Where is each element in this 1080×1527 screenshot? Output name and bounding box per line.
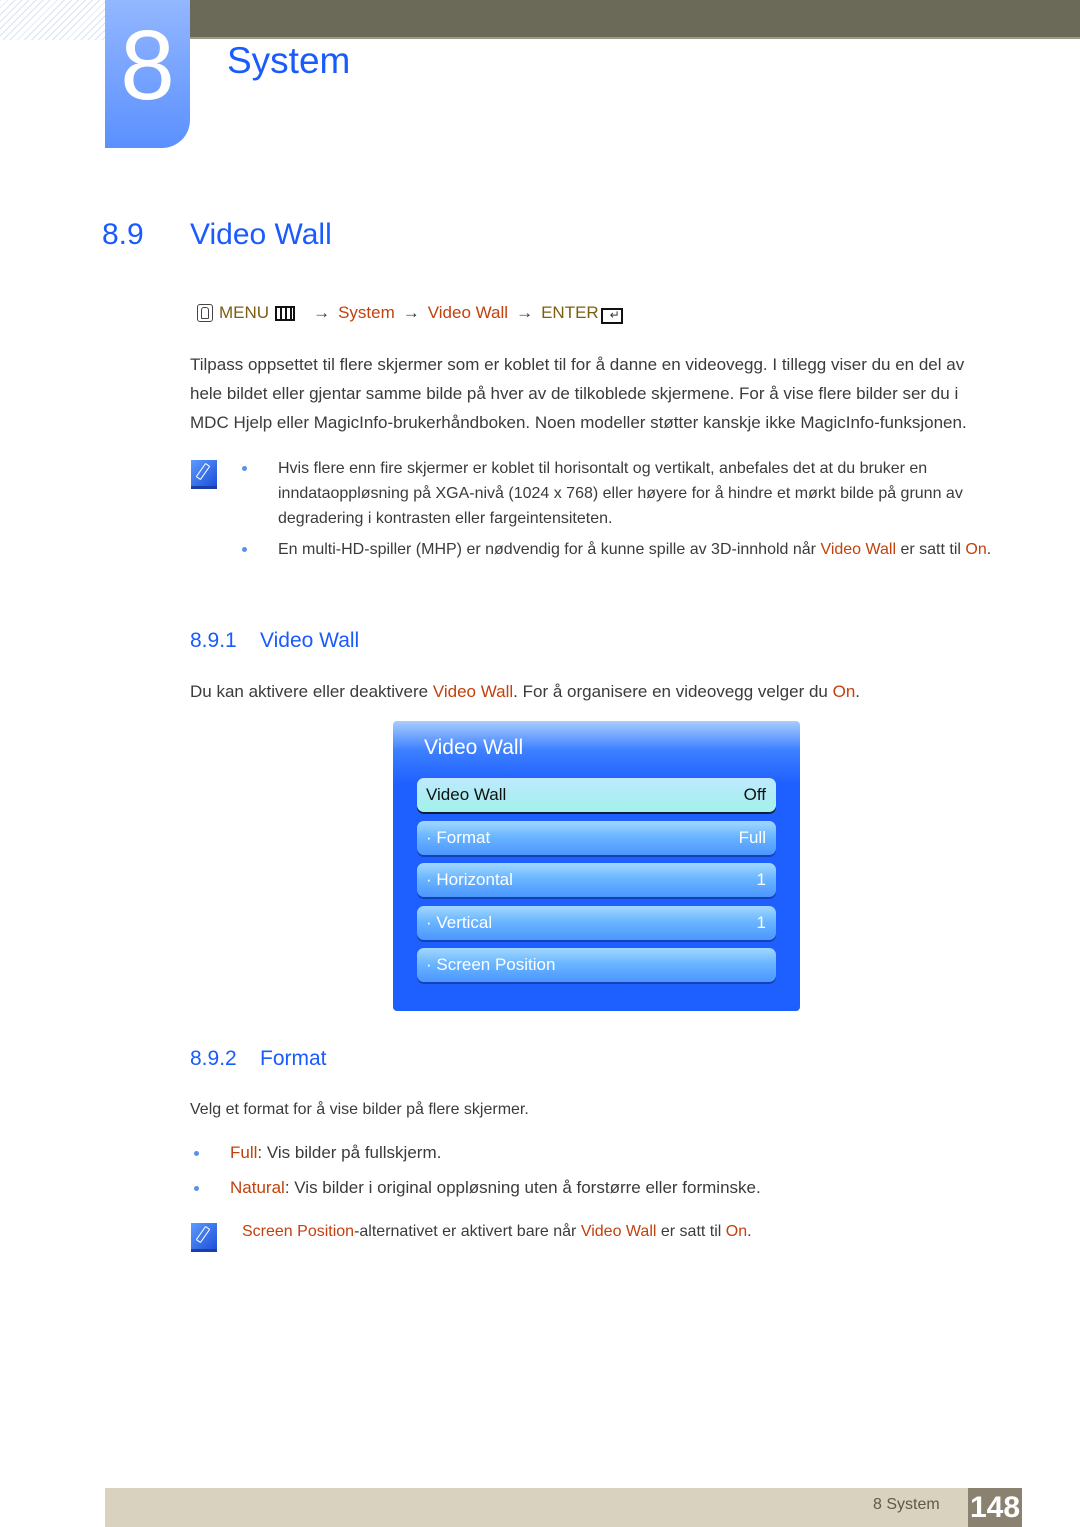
note-text: er satt til (656, 1223, 726, 1240)
menu-label: MENU (219, 303, 270, 322)
menu-path: MENU → System → Video Wall → ENTER ↵ (197, 303, 623, 324)
format-option-full: Full: Vis bilder på fullskjerm. (192, 1141, 952, 1165)
note-bullet: En multi-HD-spiller (MHP) er nødvendig f… (240, 537, 1000, 562)
osd-item-format[interactable]: · Format Full (417, 821, 776, 855)
remote-hand-icon (197, 304, 213, 322)
highlight-on: On (832, 682, 856, 701)
highlight-on: On (965, 541, 987, 558)
section-title-text: Video Wall (190, 218, 332, 251)
osd-item-screen-position[interactable]: · Screen Position (417, 948, 776, 982)
osd-item-label: · Horizontal (426, 870, 513, 889)
section-number: 8.9 (102, 218, 144, 251)
arrow-icon: → (516, 303, 534, 322)
menu-path-video-wall: Video Wall (427, 303, 509, 322)
osd-title: Video Wall (424, 736, 524, 759)
subsection-number: 8.9.1 (190, 629, 237, 652)
osd-item-video-wall[interactable]: Video Wall Off (417, 778, 776, 812)
note-text: En multi-HD-spiller (MHP) er nødvendig f… (278, 541, 821, 558)
highlight-video-wall: Video Wall (820, 541, 897, 558)
body-text: Du kan aktivere eller deaktivere (190, 682, 433, 701)
screen-position-note: Screen Position-alternativet er aktivert… (242, 1217, 1052, 1246)
highlight-on: On (725, 1223, 748, 1240)
format-option-natural: Natural: Vis bilder i original oppløsnin… (192, 1176, 952, 1200)
note-text: . (986, 541, 992, 558)
osd-item-vertical[interactable]: · Vertical 1 (417, 906, 776, 940)
subsection-title-text: Format (260, 1047, 327, 1070)
page-number: 148 (968, 1488, 1022, 1527)
osd-item-label: Video Wall (426, 785, 507, 804)
osd-item-label: · Format (426, 828, 491, 847)
osd-item-value: Full (738, 828, 766, 847)
highlight-video-wall: Video Wall (580, 1223, 657, 1240)
highlight-video-wall: Video Wall (432, 682, 514, 701)
body-text: . For å organisere en videovegg velger d… (513, 682, 833, 701)
header-hatch-decoration (0, 0, 105, 40)
option-desc: : Vis bilder på fullskjerm. (257, 1143, 442, 1162)
video-wall-description: Du kan aktivere eller deaktivere Video W… (190, 677, 1000, 706)
note-text: Hvis flere enn fire skjermer er koblet t… (278, 460, 963, 527)
highlight-screen-position: Screen Position (242, 1223, 355, 1240)
option-desc: : Vis bilder i original oppløsning uten … (284, 1178, 761, 1197)
menu-grid-icon (275, 305, 296, 321)
section-title: 8.9 Video Wall (102, 218, 332, 252)
header-bar (190, 0, 1080, 39)
chapter-number-tab: 8 (105, 0, 190, 148)
subsection-number: 8.9.2 (190, 1047, 237, 1070)
intro-paragraph: Tilpass oppsettet til flere skjermer som… (190, 355, 967, 432)
note-text: . (747, 1223, 752, 1240)
note-bullet: Hvis flere enn fire skjermer er koblet t… (240, 456, 1000, 531)
osd-item-label: · Vertical (426, 913, 493, 932)
enter-label: ENTER (541, 303, 599, 322)
arrow-icon: → (313, 303, 331, 322)
body-text: . (855, 682, 861, 701)
format-intro: Velg et format for å vise bilder på fler… (190, 1101, 529, 1118)
osd-item-value: Off (743, 785, 766, 804)
osd-item-label: · Screen Position (426, 955, 556, 974)
format-options-list: Full: Vis bilder på fullskjerm. Natural:… (192, 1141, 952, 1206)
chapter-title: System (227, 40, 351, 81)
osd-item-value: 1 (756, 913, 766, 932)
osd-item-value: 1 (756, 870, 766, 889)
note-text: -alternativet er aktivert bare når (354, 1223, 581, 1240)
subsection-title-format: 8.9.2 Format (190, 1047, 327, 1071)
arrow-icon: → (402, 303, 420, 322)
note-pencil-icon (191, 1223, 217, 1252)
note-list: Hvis flere enn fire skjermer er koblet t… (240, 456, 1000, 568)
osd-menu-panel: Video Wall Video Wall Off · Format Full … (393, 721, 800, 1011)
option-name: Natural (230, 1178, 285, 1197)
osd-item-horizontal[interactable]: · Horizontal 1 (417, 863, 776, 897)
subsection-title-text: Video Wall (260, 629, 360, 652)
menu-path-system: System (338, 303, 395, 322)
subsection-title-video-wall: 8.9.1 Video Wall (190, 629, 359, 653)
footer-chapter-label: 8 System (873, 1496, 940, 1513)
option-name: Full (230, 1143, 258, 1162)
note-pencil-icon (191, 460, 217, 489)
enter-key-icon: ↵ (600, 308, 623, 324)
note-text: er satt til (896, 541, 966, 558)
